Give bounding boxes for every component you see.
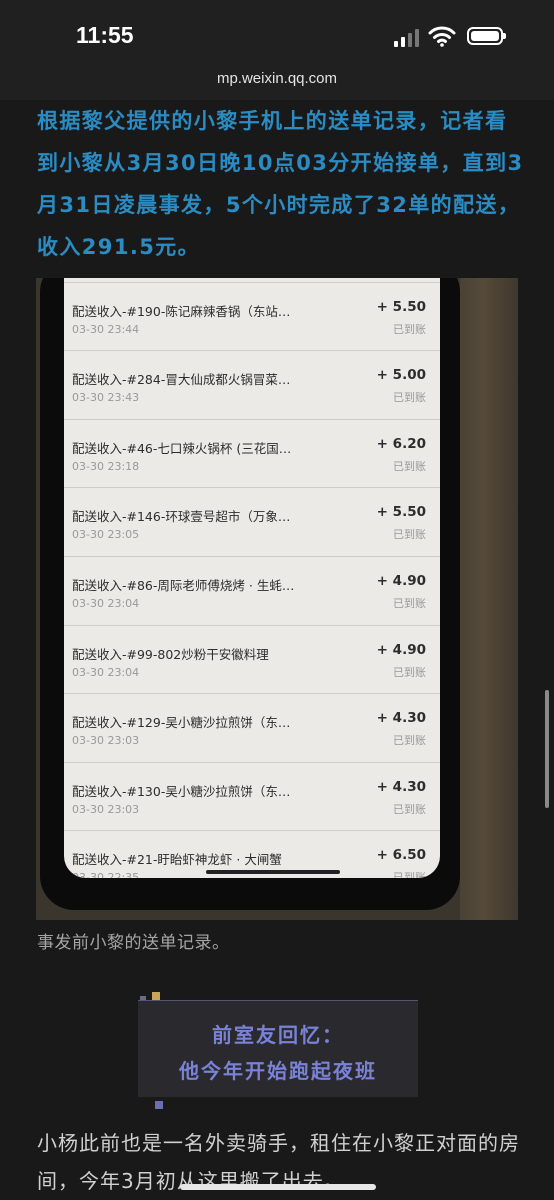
phone-home-indicator bbox=[206, 870, 340, 874]
wifi-icon bbox=[428, 26, 456, 47]
decoration bbox=[152, 992, 160, 1000]
phone-screen: 03-30 23:54已到账配送收入-#190-陈记麻辣香锅（东站…03-30 … bbox=[64, 278, 440, 878]
record-status: 已到账 bbox=[393, 596, 426, 610]
record-status: 已到账 bbox=[393, 459, 426, 473]
record-status: 已到账 bbox=[393, 665, 426, 679]
record-amount: + 4.90 bbox=[376, 641, 426, 658]
record-date: 03-30 23:05 bbox=[72, 528, 140, 542]
record-row: 配送收入-#130-吴小糖沙拉煎饼（东… 03-30 23:03 + 4.30 已到账 bbox=[64, 763, 440, 832]
record-title: 配送收入-#146-环球壹号超市（万象… bbox=[72, 509, 291, 525]
delivery-records-photo: 03-30 23:54已到账配送收入-#190-陈记麻辣香锅（东站…03-30 … bbox=[36, 278, 518, 920]
status-bar: 11:55 mp.weixin.qq.com bbox=[0, 0, 554, 100]
scrollbar[interactable] bbox=[545, 690, 549, 808]
record-amount: + 5.50 bbox=[376, 298, 426, 315]
battery-icon bbox=[467, 27, 506, 45]
record-amount: + 4.90 bbox=[376, 572, 426, 589]
record-date: 03-30 23:18 bbox=[72, 459, 140, 473]
record-title: 配送收入-#99-802炒粉干安徽料理 bbox=[72, 646, 269, 662]
record-amount: + 6.50 bbox=[376, 847, 426, 864]
record-title: 配送收入-#46-七口辣火锅杯 (三花国… bbox=[72, 440, 292, 456]
record-list: 03-30 23:54已到账配送收入-#190-陈记麻辣香锅（东站…03-30 … bbox=[64, 278, 440, 878]
record-status: 已到账 bbox=[393, 322, 426, 336]
record-row: 配送收入-#284-冒大仙成都火锅冒菜… 03-30 23:43 + 5.00 已到账 bbox=[64, 351, 440, 420]
lead-paragraph: 根据黎父提供的小黎手机上的送单记录，记者看到小黎从3月30日晚10点03分开始接… bbox=[37, 109, 524, 259]
record-row: 配送收入-#146-环球壹号超市（万象… 03-30 23:05 + 5.50 已到账 bbox=[64, 488, 440, 557]
photo-caption: 事发前小黎的送单记录。 bbox=[37, 933, 230, 953]
record-row: 配送收入-#129-吴小糖沙拉煎饼（东… 03-30 23:03 + 4.30 已到账 bbox=[64, 694, 440, 763]
record-amount: + 4.30 bbox=[376, 710, 426, 727]
record-row: 配送收入-#99-802炒粉干安徽料理 03-30 23:04 + 4.90 已到账 bbox=[64, 626, 440, 695]
record-row: 配送收入-#86-周际老师傅烧烤 · 生蚝… 03-30 23:04 + 4.90 已… bbox=[64, 557, 440, 626]
section-heading: 前室友回忆： 他今年开始跑起夜班 bbox=[138, 1000, 418, 1097]
record-title: 配送收入-#21-盱眙虾神龙虾 · 大闸蟹 bbox=[72, 852, 282, 868]
record-status: 已到账 bbox=[393, 871, 426, 878]
record-title: 配送收入-#130-吴小糖沙拉煎饼（东… bbox=[72, 783, 291, 799]
record-status: 已到账 bbox=[393, 391, 426, 405]
section-heading-line1: 前室友回忆： bbox=[212, 1023, 344, 1047]
record-date: 03-30 23:03 bbox=[72, 802, 140, 816]
status-time: 11:55 bbox=[76, 22, 134, 48]
record-title: 配送收入-#190-陈记麻辣香锅（东站… bbox=[72, 303, 291, 319]
record-amount: + 4.30 bbox=[376, 778, 426, 795]
cellular-signal-icon bbox=[394, 29, 419, 47]
record-date: 03-30 23:04 bbox=[72, 665, 140, 679]
record-status: 已到账 bbox=[393, 734, 426, 748]
record-title: 配送收入-#86-周际老师傅烧烤 · 生蚝… bbox=[72, 577, 295, 593]
record-date: 03-30 23:03 bbox=[72, 734, 140, 748]
table-background bbox=[460, 278, 518, 920]
record-status: 已到账 bbox=[393, 802, 426, 816]
record-amount: + 6.20 bbox=[376, 435, 426, 452]
record-row: 配送收入-#190-陈记麻辣香锅（东站… 03-30 23:44 + 5.50 已到账 bbox=[64, 283, 440, 352]
record-title: 配送收入-#129-吴小糖沙拉煎饼（东… bbox=[72, 715, 291, 731]
record-amount: + 5.50 bbox=[376, 504, 426, 521]
record-title: 配送收入-#284-冒大仙成都火锅冒菜… bbox=[72, 372, 291, 388]
record-amount: + 5.00 bbox=[376, 367, 426, 384]
section-heading-line2: 他今年开始跑起夜班 bbox=[179, 1059, 377, 1083]
record-date: 03-30 23:44 bbox=[72, 322, 140, 336]
record-date: 03-30 23:43 bbox=[72, 391, 140, 405]
record-row: 配送收入-#46-七口辣火锅杯 (三花国… 03-30 23:18 + 6.20 已到… bbox=[64, 420, 440, 489]
record-date: 03-30 22:35 bbox=[72, 871, 140, 878]
url-bar[interactable]: mp.weixin.qq.com bbox=[0, 70, 554, 87]
decoration bbox=[155, 1101, 163, 1109]
home-indicator[interactable] bbox=[180, 1184, 376, 1190]
record-status: 已到账 bbox=[393, 528, 426, 542]
phone-frame: 03-30 23:54已到账配送收入-#190-陈记麻辣香锅（东站…03-30 … bbox=[40, 278, 460, 910]
record-date: 03-30 23:04 bbox=[72, 596, 140, 610]
